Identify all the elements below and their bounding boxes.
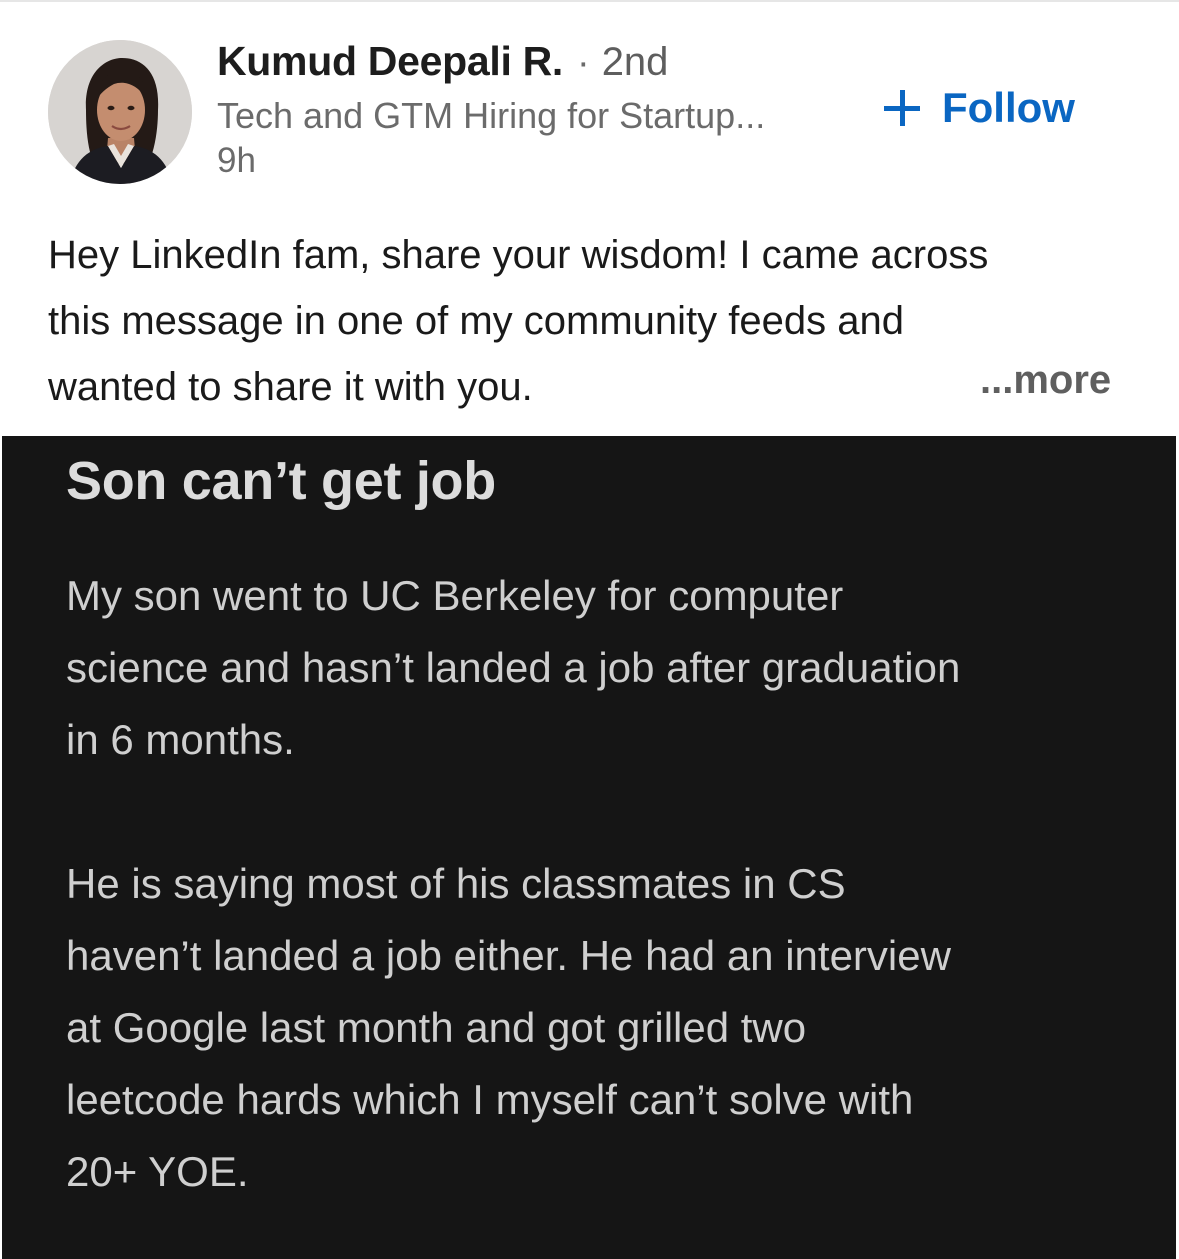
author-name[interactable]: Kumud Deepali R. xyxy=(217,38,563,85)
post-text-line: Hey LinkedIn fam, share your wisdom! I c… xyxy=(48,233,989,277)
author-headline: Tech and GTM Hiring for Startup... xyxy=(217,95,766,136)
follow-button[interactable]: Follow xyxy=(884,80,1075,136)
follow-label: Follow xyxy=(942,84,1075,131)
name-separator: · xyxy=(577,42,590,84)
post-text-line: wanted to share it with you. xyxy=(48,365,533,409)
post-text-line: this message in one of my community feed… xyxy=(48,299,904,343)
image-title: Son can’t get job xyxy=(66,451,496,511)
image-text-line: science and hasn’t landed a job after gr… xyxy=(66,644,961,691)
image-text-line: in 6 months. xyxy=(66,716,295,763)
author-info: Kumud Deepali R. · 2nd Tech and GTM Hiri… xyxy=(217,38,857,181)
top-divider xyxy=(0,0,1179,2)
profile-photo-icon xyxy=(48,40,192,184)
post-body: Hey LinkedIn fam, share your wisdom! I c… xyxy=(48,222,1138,420)
connection-degree: 2nd xyxy=(601,40,669,84)
image-text-line: He is saying most of his classmates in C… xyxy=(66,860,846,907)
author-name-row: Kumud Deepali R. · 2nd xyxy=(217,38,857,85)
author-avatar[interactable] xyxy=(48,40,192,184)
image-text-line: leetcode hards which I myself can’t solv… xyxy=(66,1076,914,1123)
see-more-link[interactable]: ...more xyxy=(980,358,1111,403)
image-text-line: haven’t landed a job either. He had an i… xyxy=(66,932,951,979)
image-text-line: My son went to UC Berkeley for computer xyxy=(66,572,844,619)
image-body: My son went to UC Berkeley for computer … xyxy=(66,560,1146,1208)
image-text-line: at Google last month and got grilled two xyxy=(66,1004,807,1051)
plus-icon xyxy=(884,90,920,126)
post-timestamp: 9h xyxy=(217,141,256,180)
post-image[interactable]: Son can’t get job My son went to UC Berk… xyxy=(2,436,1176,1259)
image-text-line: 20+ YOE. xyxy=(66,1148,249,1195)
